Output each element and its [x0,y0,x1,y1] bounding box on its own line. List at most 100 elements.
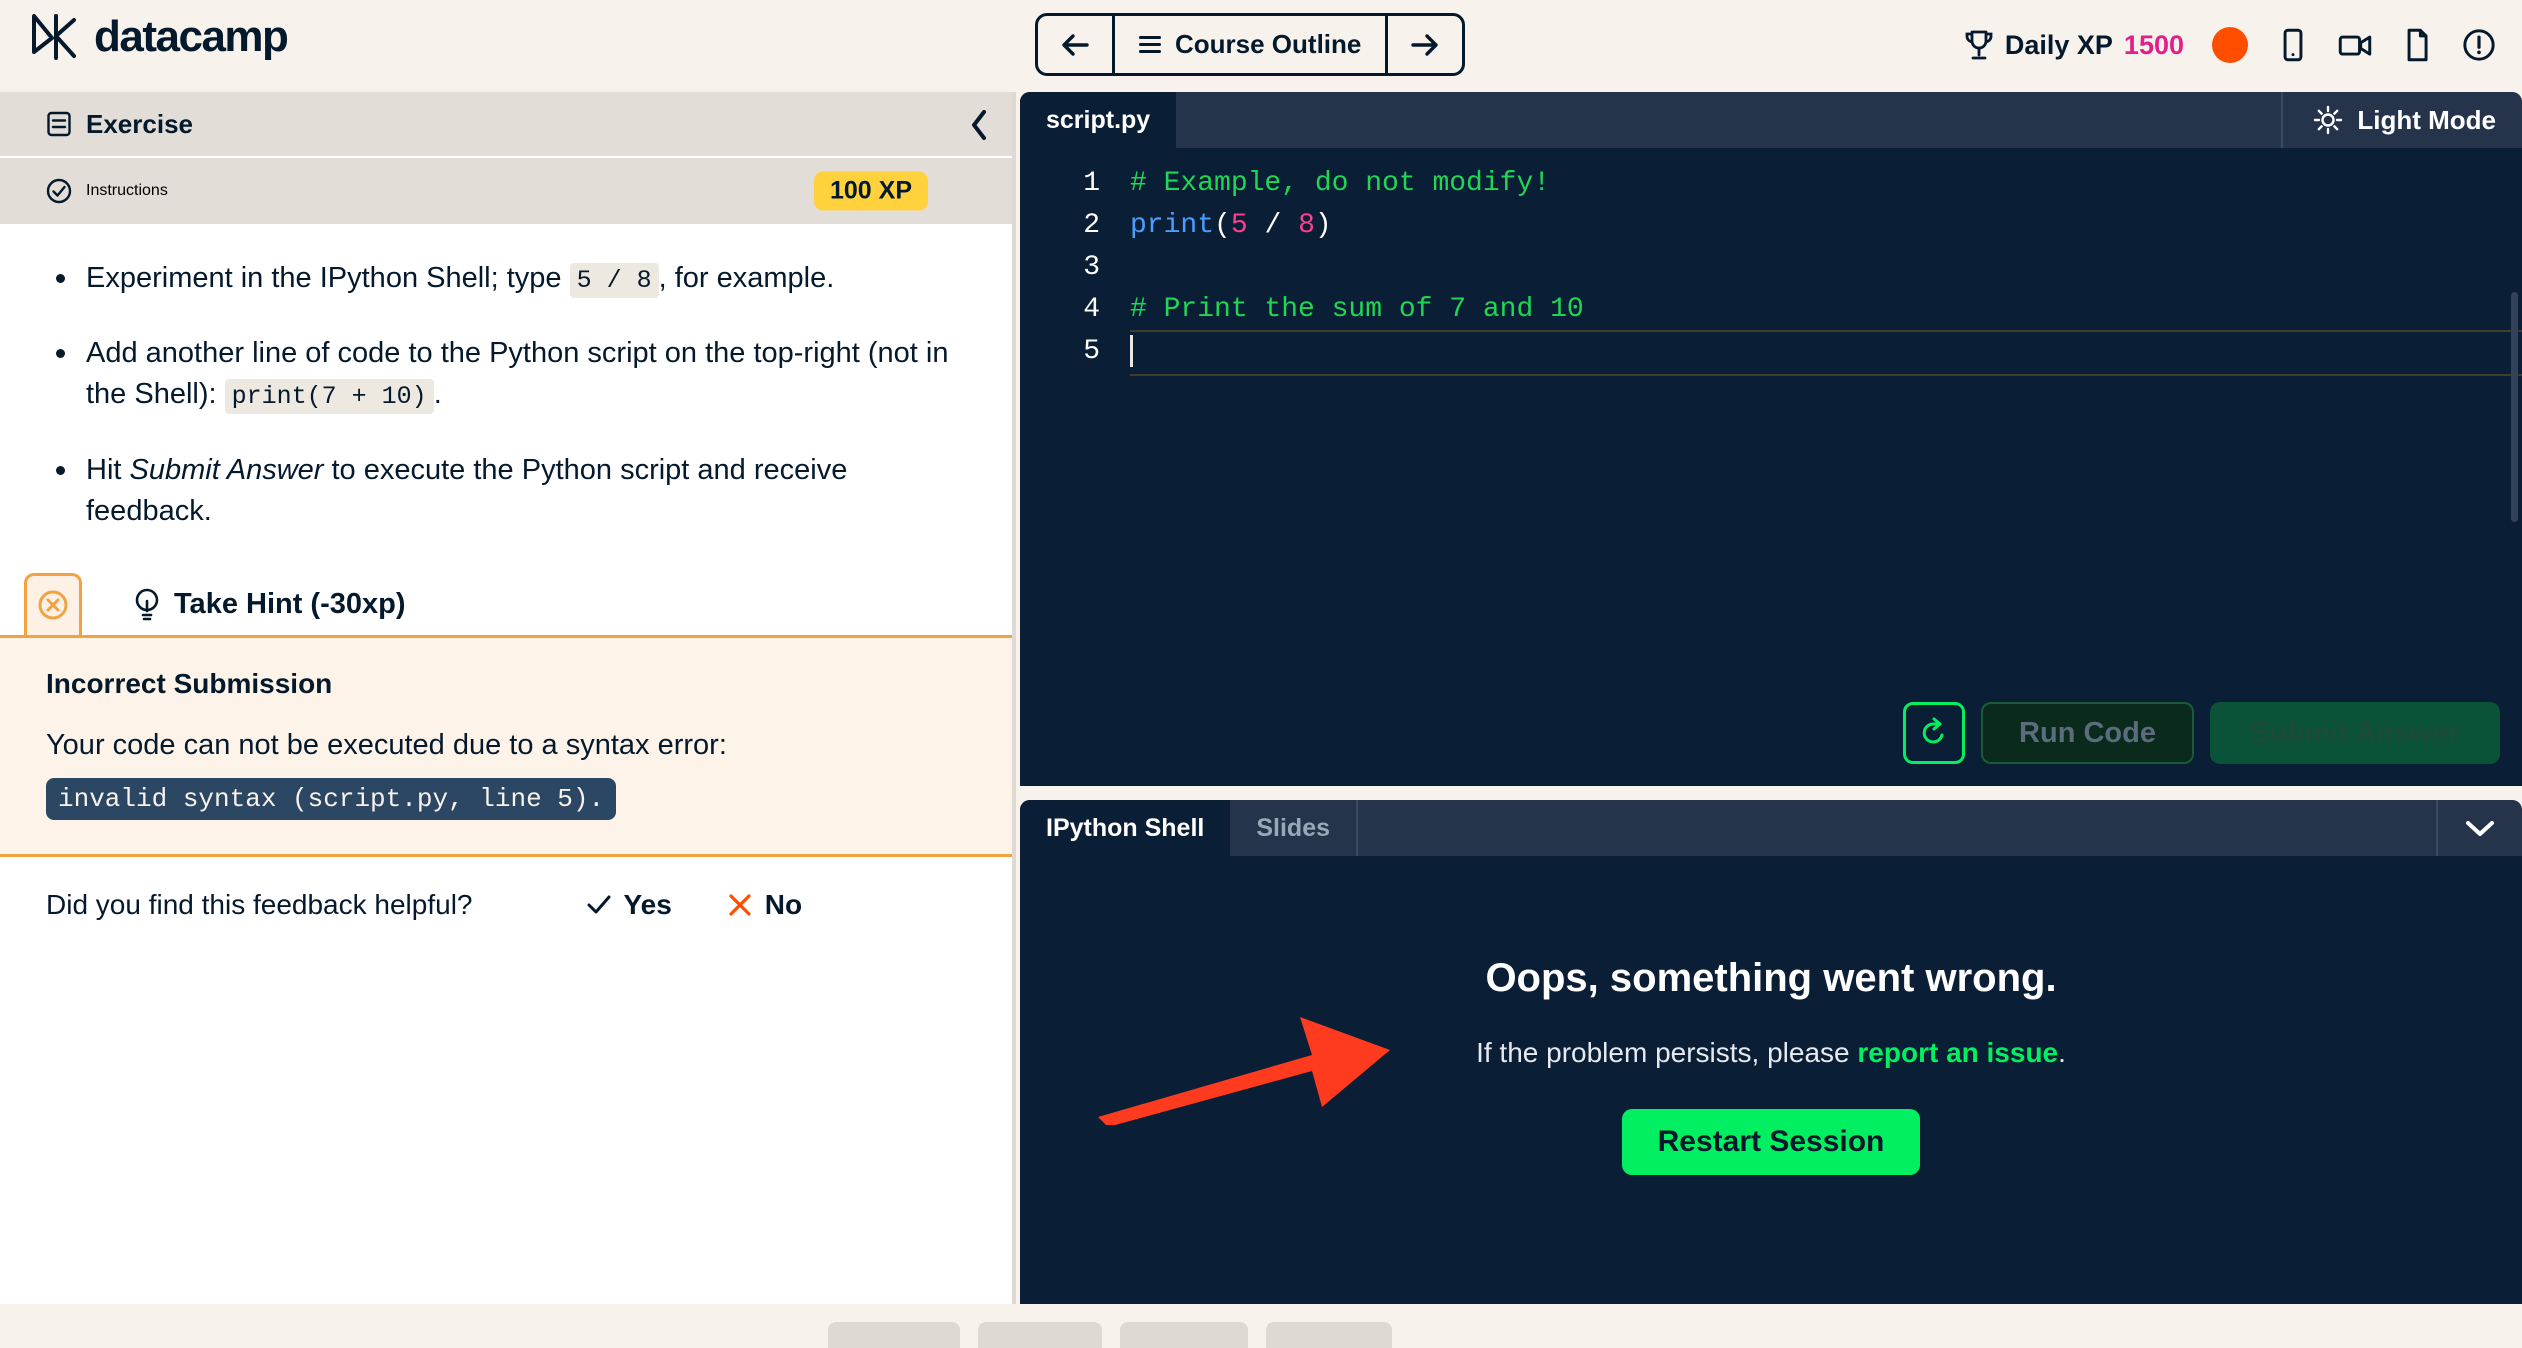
chevron-left-icon [972,110,986,140]
arrow-left-icon [1062,33,1089,56]
console-collapse-button[interactable] [2436,800,2522,856]
tab-ipython-shell[interactable]: IPython Shell [1020,800,1231,856]
lightbulb-icon [135,588,159,621]
info-circle-icon[interactable] [2462,28,2496,62]
bottom-pill[interactable] [828,1322,960,1348]
submit-answer-button[interactable]: Submit Answer [2209,702,2500,764]
feedback-yes-button[interactable]: Yes [585,889,672,921]
light-mode-label: Light Mode [2357,104,2496,135]
run-code-button[interactable]: Run Code [1981,702,2194,764]
bottom-pill[interactable] [978,1322,1102,1348]
light-mode-toggle[interactable]: Light Mode [2281,92,2522,148]
bottom-pill[interactable] [1266,1322,1392,1348]
previous-exercise-button[interactable] [1038,16,1112,73]
code-token: ) [1314,209,1332,241]
video-camera-icon[interactable] [2338,28,2372,62]
document-icon[interactable] [2400,28,2434,62]
run-code-label: Run Code [2019,716,2156,749]
code-line[interactable]: 4 # Print the sum of 7 and 10 [1020,288,2522,330]
instruction-text: . [433,378,442,411]
editor-tab-bar: script.py Light Mode [1020,92,2522,148]
helpful-question: Did you find this feedback helpful? [46,888,473,920]
error-suffix: . [2058,1036,2066,1068]
feedback-no-button[interactable]: No [726,889,802,921]
phone-icon[interactable] [2276,28,2310,62]
restart-session-button[interactable]: Restart Session [1621,1108,1921,1175]
instruction-text: Add another line of code to the Python s… [86,337,949,411]
code-token: # Example, do not modify! [1130,167,1551,199]
line-number: 1 [1083,167,1100,199]
course-outline-button[interactable]: Course Outline [1112,16,1389,73]
feedback-helpful-row: Did you find this feedback helpful? Yes … [0,857,1012,953]
console-tab-bar: IPython Shell Slides [1020,800,2522,856]
restart-session-label: Restart Session [1657,1124,1885,1158]
report-issue-link[interactable]: report an issue [1857,1037,2058,1068]
editor-scrollbar[interactable] [2511,292,2518,522]
code-text: # Print the sum of 7 and 10 [1130,294,1584,325]
code-token: 8 [1298,209,1315,241]
console-error-state: Oops, something went wrong. If the probl… [1020,856,2522,1304]
chevron-down-icon [2466,821,2494,836]
bottom-tab-strip [0,1304,2522,1348]
course-outline-nav: Course Outline [1035,13,1466,76]
instruction-item: Experiment in the IPython Shell; type 5 … [46,258,966,299]
code-text [1130,334,1133,367]
exercise-panel: Exercise Instructions 100 XP Experiment … [0,92,1016,1304]
exercise-tab-label: Exercise [86,108,193,139]
emphasis-text: Submit Answer [129,453,324,486]
datacamp-logo[interactable]: datacamp [30,12,289,62]
sun-icon [2314,105,2343,135]
datacamp-logo-icon [32,14,76,60]
inline-code: 5 / 8 [569,263,659,298]
error-prefix: If the problem persists, please [1476,1036,1858,1068]
check-circle-icon [46,178,72,204]
circle-x-icon [38,590,68,620]
code-editor: script.py Light Mode 1 # Example, do not … [1020,92,2522,786]
code-line[interactable]: 3 [1020,246,2522,288]
code-text: # Example, do not modify! [1130,168,1550,199]
x-icon [729,894,751,916]
reset-arrow-icon [1922,717,1944,744]
hamburger-icon [1139,36,1161,53]
tab-slides[interactable]: Slides [1230,800,1359,856]
collapse-panel-button[interactable] [948,92,1012,158]
xp-badge: 100 XP [813,171,928,211]
code-line[interactable]: 1 # Example, do not modify! [1020,162,2522,204]
course-outline-label: Course Outline [1175,29,1362,59]
line-number: 5 [1083,335,1100,367]
orange-status-dot[interactable] [2212,27,2248,63]
editor-tab-script[interactable]: script.py [1020,92,1177,148]
editor-action-buttons: Run Code Submit Answer [1903,702,2500,764]
code-lines[interactable]: 1 # Example, do not modify! 2 print(5 / 8) 3… [1020,148,2522,376]
datacamp-exercise-page: datacamp Course Outline Daily XP 1500 Ex… [0,0,2522,1348]
instruction-text: , for example. [658,262,835,294]
code-line[interactable]: 5 [1020,330,2522,376]
code-token: 5 [1230,209,1248,241]
instructions-tab[interactable]: Instructions 100 XP [0,158,1012,224]
feedback-error-code: invalid syntax (script.py, line 5). [46,777,617,820]
trophy-icon [1965,30,1993,60]
take-hint-button[interactable]: Take Hint (-30xp) [134,588,406,622]
console-panel: IPython Shell Slides Oops, something wen… [1020,800,2522,1304]
feedback-message: Your code can not be executed due to a s… [46,728,727,761]
inline-code: print(7 + 10) [224,379,434,415]
take-hint-label: Take Hint (-30xp) [174,588,406,621]
reset-code-button[interactable] [1903,702,1966,764]
daily-xp[interactable]: Daily XP 1500 [1964,29,2184,61]
error-subtitle: If the problem persists, please report a… [1476,1037,2066,1069]
instructions-body: Experiment in the IPython Shell; type 5 … [0,224,1012,532]
tab-ipython-shell-label: IPython Shell [1046,813,1205,842]
submission-status-tab[interactable] [24,572,82,635]
code-line[interactable]: 2 print(5 / 8) [1020,204,2522,246]
instruction-list: Experiment in the IPython Shell; type 5 … [46,258,966,532]
feedback-no-label: No [764,888,803,920]
feedback-block: Incorrect Submission Your code can not b… [0,637,1012,857]
bottom-pill[interactable] [1120,1322,1248,1348]
instruction-item: Hit Submit Answer to execute the Python … [46,450,966,532]
next-exercise-button[interactable] [1388,16,1462,73]
code-token: / [1247,209,1299,241]
instruction-item: Add another line of code to the Python s… [46,333,966,415]
exercise-tab[interactable]: Exercise [0,92,1012,158]
daily-xp-label: Daily XP [2004,29,2113,60]
instruction-text: Experiment in the IPython Shell; type [86,262,570,294]
